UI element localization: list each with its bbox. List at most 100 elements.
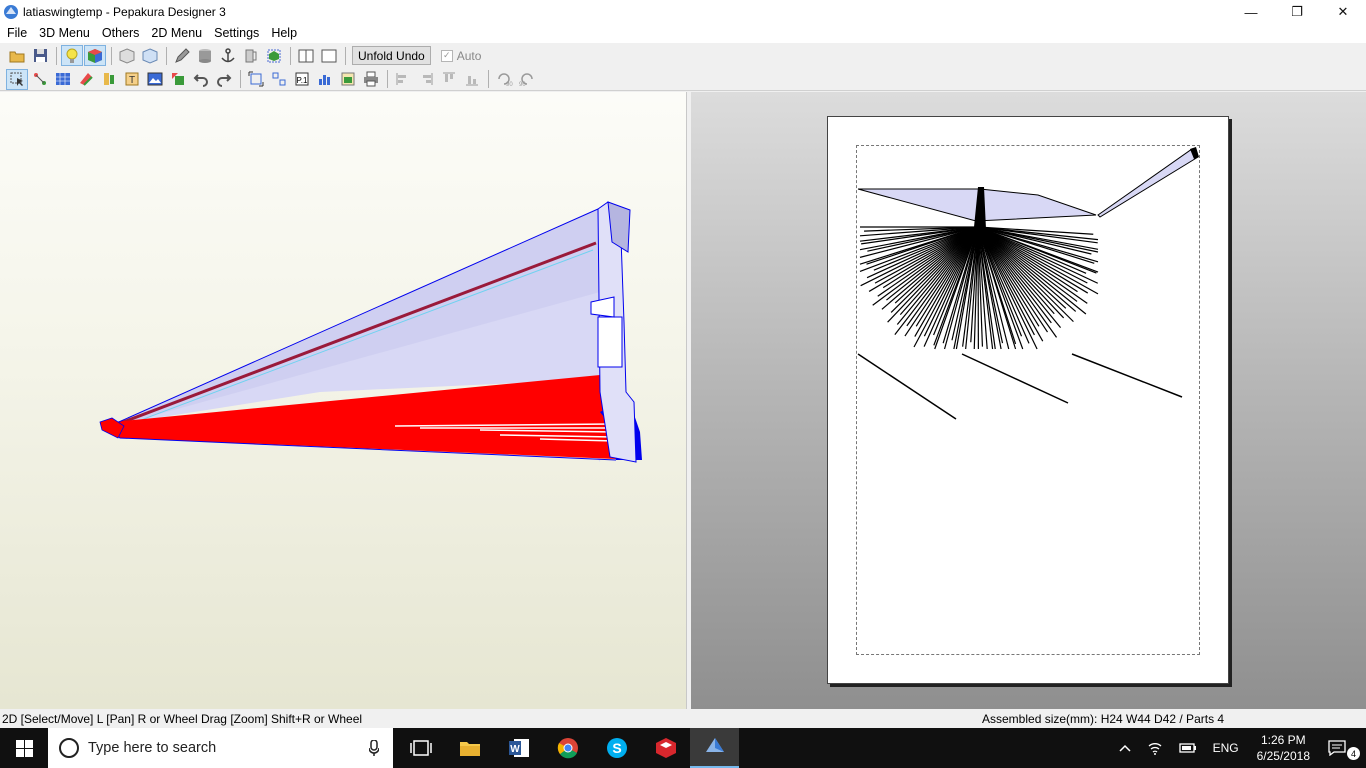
- undo-icon[interactable]: [190, 69, 212, 90]
- 3d-model-render: [99, 201, 642, 463]
- show-hidden-icons-button[interactable]: [1111, 744, 1139, 752]
- select-move-icon[interactable]: [6, 68, 28, 90]
- align-bottom-icon[interactable]: [461, 69, 483, 90]
- join-parts-icon[interactable]: [75, 69, 97, 90]
- move-part-icon[interactable]: [167, 69, 189, 90]
- text-tool-icon[interactable]: T: [121, 69, 143, 90]
- print-preview-icon[interactable]: [337, 69, 359, 90]
- split-view-icon[interactable]: [295, 45, 317, 66]
- system-clock[interactable]: 1:26 PM 6/25/2018: [1247, 732, 1320, 764]
- menu-2d[interactable]: 2D Menu: [145, 24, 208, 43]
- file-explorer-icon[interactable]: [445, 728, 494, 768]
- auto-checkbox[interactable]: ✓ Auto: [440, 48, 482, 63]
- separator: [166, 46, 167, 65]
- fan-fold-lines: [859, 226, 1099, 350]
- texture-cube-icon[interactable]: [84, 45, 106, 66]
- auto-label: Auto: [456, 48, 482, 63]
- windows-taskbar: Type here to search W S ENG 1:26 PM 6/25…: [0, 728, 1366, 768]
- grid-icon[interactable]: [52, 69, 74, 90]
- svg-text:P.1: P.1: [297, 76, 309, 85]
- paper-sheet: [827, 116, 1229, 684]
- unfolded-parts: [857, 147, 1199, 420]
- svg-text:W: W: [510, 744, 520, 755]
- clock-date: 6/25/2018: [1256, 749, 1310, 763]
- main-toolbar: Unfold Undo ✓ Auto: [0, 44, 1366, 67]
- search-placeholder: Type here to search: [88, 740, 217, 756]
- search-circle-icon: [59, 738, 79, 758]
- anchor-icon[interactable]: [217, 45, 239, 66]
- restore-button[interactable]: ❐: [1274, 0, 1320, 24]
- flap-icon[interactable]: [240, 45, 262, 66]
- start-button[interactable]: [0, 728, 48, 768]
- arrange-icon[interactable]: [268, 69, 290, 90]
- chart-icon[interactable]: [314, 69, 336, 90]
- align-left-icon[interactable]: [392, 69, 414, 90]
- fit-page-icon[interactable]: [245, 69, 267, 90]
- language-indicator[interactable]: ENG: [1205, 741, 1247, 755]
- status-hint: 2D [Select/Move] L [Pan] R or Wheel Drag…: [2, 712, 363, 726]
- windows-logo-icon: [15, 739, 33, 757]
- separator: [290, 46, 291, 65]
- separator: [387, 70, 388, 88]
- word-icon[interactable]: W: [494, 728, 543, 768]
- pepakura-task-icon[interactable]: [690, 728, 739, 768]
- image-tool-icon[interactable]: [144, 69, 166, 90]
- menu-help[interactable]: Help: [265, 24, 303, 43]
- page-number-icon[interactable]: P.1: [291, 69, 313, 90]
- notification-count-badge: 4: [1347, 747, 1360, 760]
- redo-icon[interactable]: [213, 69, 235, 90]
- menu-others[interactable]: Others: [96, 24, 146, 43]
- notification-icon: [1328, 740, 1346, 756]
- align-right-icon[interactable]: [415, 69, 437, 90]
- menu-settings[interactable]: Settings: [208, 24, 265, 43]
- save-icon[interactable]: [29, 45, 51, 66]
- menu-file[interactable]: File: [0, 24, 33, 43]
- battery-icon[interactable]: [1171, 742, 1205, 754]
- wifi-icon[interactable]: [1139, 741, 1171, 755]
- align-top-icon[interactable]: [438, 69, 460, 90]
- single-view-icon[interactable]: [318, 45, 340, 66]
- separator: [240, 70, 241, 88]
- shaded-cube-icon[interactable]: [139, 45, 161, 66]
- separator: [345, 46, 346, 65]
- edge-tool-icon[interactable]: [29, 69, 51, 90]
- action-center-button[interactable]: 4: [1320, 740, 1360, 760]
- chevron-up-icon: [1119, 744, 1131, 752]
- clock-time: 1:26 PM: [1260, 733, 1306, 747]
- status-assembled-size: Assembled size(mm): H24 W44 D42 / Parts …: [982, 712, 1225, 726]
- minimize-button[interactable]: —: [1228, 0, 1274, 24]
- 2d-view-panel[interactable]: [691, 92, 1366, 709]
- skype-icon[interactable]: S: [592, 728, 641, 768]
- rotate-90-cw-icon[interactable]: 90: [493, 69, 515, 90]
- status-bar: 2D [Select/Move] L [Pan] R or Wheel Drag…: [0, 710, 1366, 728]
- chrome-icon[interactable]: [543, 728, 592, 768]
- pepakura-app-icon: [4, 5, 18, 19]
- separator: [111, 46, 112, 65]
- rotate-90-ccw-icon[interactable]: 90: [516, 69, 538, 90]
- microphone-icon[interactable]: [369, 740, 379, 756]
- 3d-view-panel[interactable]: [0, 92, 687, 709]
- cylinder-icon[interactable]: [194, 45, 216, 66]
- checkmark-icon: ✓: [440, 49, 453, 62]
- separator: [56, 46, 57, 65]
- svg-text:90: 90: [519, 82, 526, 87]
- 2d-toolbar: T P.1 90 90: [0, 68, 1366, 91]
- title-bar: latiaswingtemp - Pepakura Designer 3 — ❐…: [0, 0, 1366, 24]
- print-icon[interactable]: [360, 69, 382, 90]
- separator: [488, 70, 489, 88]
- menu-3d[interactable]: 3D Menu: [33, 24, 96, 43]
- taskbar-search[interactable]: Type here to search: [48, 728, 393, 768]
- close-button[interactable]: ✕: [1320, 0, 1366, 24]
- sketchup-icon[interactable]: [641, 728, 690, 768]
- wireframe-cube-icon[interactable]: [116, 45, 138, 66]
- window-title: latiaswingtemp - Pepakura Designer 3: [23, 5, 226, 19]
- task-view-icon[interactable]: [396, 728, 445, 768]
- unfold-undo-button[interactable]: Unfold Undo: [352, 46, 431, 65]
- lightbulb-icon[interactable]: [61, 45, 83, 66]
- svg-text:T: T: [129, 75, 135, 86]
- select-parts-icon[interactable]: [263, 45, 285, 66]
- flap-edit-icon[interactable]: [98, 69, 120, 90]
- svg-text:90: 90: [506, 82, 513, 87]
- edit-pencil-icon[interactable]: [171, 45, 193, 66]
- open-folder-icon[interactable]: [6, 45, 28, 66]
